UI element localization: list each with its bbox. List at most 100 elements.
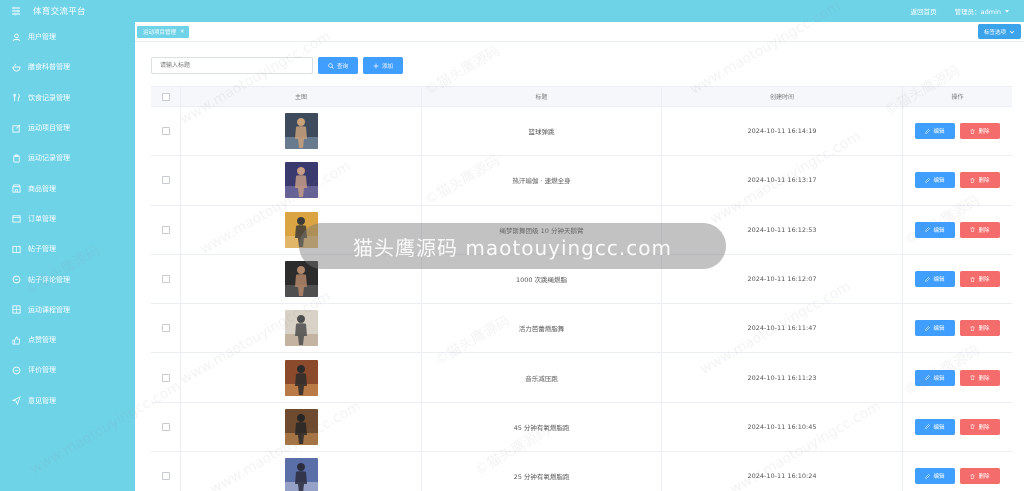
row-checkbox[interactable] [161, 373, 170, 382]
image-cell [181, 254, 422, 304]
edit-label: 编辑 [933, 375, 945, 382]
query-button[interactable]: 查询 [318, 57, 358, 74]
row-checkbox[interactable] [161, 176, 170, 185]
top-header: 体育交流平台 返回首页 管理员：admin [0, 0, 1024, 22]
sidebar-item-9[interactable]: 运动课程管理 [0, 295, 135, 325]
tag-active[interactable]: 运动项目管理 ✕ [137, 26, 189, 38]
edit-button[interactable]: 编辑 [915, 468, 955, 485]
order-icon [12, 215, 21, 223]
thumbnail-image[interactable] [284, 261, 318, 298]
row-checkbox-cell [151, 353, 181, 402]
delete-label: 删除 [978, 424, 990, 431]
trash-icon [970, 375, 975, 380]
delete-button[interactable]: 删除 [960, 172, 1000, 189]
admin-label: 管理员：admin [954, 8, 1001, 16]
created-cell: 2024-10-11 16:11:47 [662, 304, 903, 353]
image-cell [181, 304, 422, 353]
edit-button[interactable]: 编辑 [915, 320, 955, 337]
edit-label: 编辑 [933, 178, 945, 185]
sidebar-item-0[interactable]: 用户管理 [0, 22, 135, 52]
sidebar-item-2[interactable]: 饮食记录管理 [0, 83, 135, 113]
admin-menu[interactable]: 管理员：admin [955, 6, 1010, 16]
select-all-checkbox[interactable] [161, 92, 170, 101]
edit-label: 编辑 [933, 227, 945, 234]
delete-button[interactable]: 删除 [960, 418, 1000, 435]
row-checkbox[interactable] [161, 275, 170, 284]
sidebar-item-5[interactable]: 商品管理 [0, 173, 135, 203]
table-row: 绳梦斯舞团级 10 分钟天鹅臂 2024-10-11 16:12:53 编辑 删除 [151, 205, 1012, 255]
thumbnail-image[interactable] [284, 310, 318, 347]
delete-button[interactable]: 删除 [960, 123, 1000, 140]
delete-button[interactable]: 删除 [960, 221, 1000, 238]
utensils-icon [13, 93, 20, 102]
edit-icon [925, 128, 931, 134]
edit-icon [925, 178, 931, 183]
edit-square-icon [12, 124, 21, 133]
app-title: 体育交流平台 [33, 7, 86, 17]
trash-icon [970, 128, 975, 134]
sidebar-item-label: 运动课程管理 [28, 305, 70, 314]
edit-button[interactable]: 编辑 [915, 123, 955, 140]
edit-button[interactable]: 编辑 [915, 369, 955, 386]
trash-icon [970, 473, 975, 479]
tag-options-button[interactable]: 标签选项 [977, 24, 1021, 39]
sidebar-item-1[interactable]: 膳食科普管理 [0, 52, 135, 82]
sidebar-item-3[interactable]: 运动项目管理 [0, 113, 135, 143]
edit-button[interactable]: 编辑 [915, 221, 955, 238]
edit-button[interactable]: 编辑 [915, 172, 955, 189]
delete-button[interactable]: 删除 [960, 468, 1000, 485]
row-checkbox[interactable] [161, 422, 170, 431]
trash-icon [970, 325, 975, 331]
menu-toggle-icon[interactable] [5, 0, 27, 22]
close-icon[interactable]: ✕ [180, 29, 185, 35]
edit-label: 编辑 [933, 326, 945, 333]
sidebar-item-label: 运动项目管理 [28, 124, 70, 133]
table-row: 热汗瑜伽 · 速燃全身 2024-10-11 16:13:17 编辑 删除 [151, 156, 1012, 206]
sidebar-item-10[interactable]: 点赞管理 [0, 325, 135, 355]
trash-icon [970, 227, 975, 233]
row-checkbox[interactable] [161, 324, 170, 333]
actions-cell: 编辑 删除 [903, 452, 1012, 491]
trash-icon [970, 424, 975, 430]
actions-cell: 编辑 删除 [903, 255, 1012, 303]
sidebar-item-label: 商品管理 [28, 184, 56, 193]
edit-button[interactable]: 编辑 [915, 418, 955, 435]
table-body: 篮球弹跳 2024-10-11 16:14:19 编辑 删除 热汗瑜伽 · 速燃全身 20… [151, 107, 1012, 491]
thumbnail-image[interactable] [284, 113, 318, 150]
edit-icon [925, 227, 931, 233]
thumbnail-image[interactable] [284, 458, 318, 491]
sidebar-item-4[interactable]: 运动记录管理 [0, 143, 135, 173]
sidebar-item-7[interactable]: 帖子管理 [0, 234, 135, 264]
book-icon [12, 245, 21, 253]
thumbnail-image[interactable] [284, 359, 318, 396]
image-cell [181, 156, 422, 205]
home-link[interactable]: 返回首页 [911, 6, 937, 16]
data-table: 主图 标题 创建时间 操作 篮球弹跳 2024-10-11 16:14:19 编辑删… [151, 86, 1012, 491]
sidebar-item-8[interactable]: 帖子评论管理 [0, 264, 135, 294]
row-checkbox-cell [151, 156, 181, 205]
sidebar-item-12[interactable]: 意见管理 [0, 386, 135, 416]
add-button[interactable]: 添加 [363, 57, 403, 74]
image-cell [181, 107, 422, 156]
trash-icon [970, 276, 975, 282]
delete-label: 删除 [978, 277, 990, 284]
delete-button[interactable]: 删除 [960, 271, 1000, 288]
edit-icon [925, 473, 931, 479]
thumbnail-image[interactable] [284, 211, 318, 248]
shop-icon [12, 184, 21, 193]
row-checkbox[interactable] [161, 472, 170, 481]
search-input[interactable] [151, 57, 313, 74]
row-checkbox[interactable] [161, 127, 170, 136]
thumbnail-image[interactable] [284, 162, 318, 199]
thumbnail-image[interactable] [284, 408, 318, 445]
sidebar-item-11[interactable]: 评价管理 [0, 355, 135, 385]
sidebar-item-6[interactable]: 订单管理 [0, 204, 135, 234]
delete-button[interactable]: 删除 [960, 320, 1000, 337]
row-checkbox[interactable] [161, 225, 170, 234]
image-cell [181, 402, 422, 452]
edit-label: 编辑 [933, 424, 945, 431]
edit-button[interactable]: 编辑 [915, 271, 955, 288]
delete-label: 删除 [978, 178, 990, 185]
table-header: 主图 标题 创建时间 操作 [151, 86, 1012, 107]
delete-button[interactable]: 删除 [960, 369, 1000, 386]
